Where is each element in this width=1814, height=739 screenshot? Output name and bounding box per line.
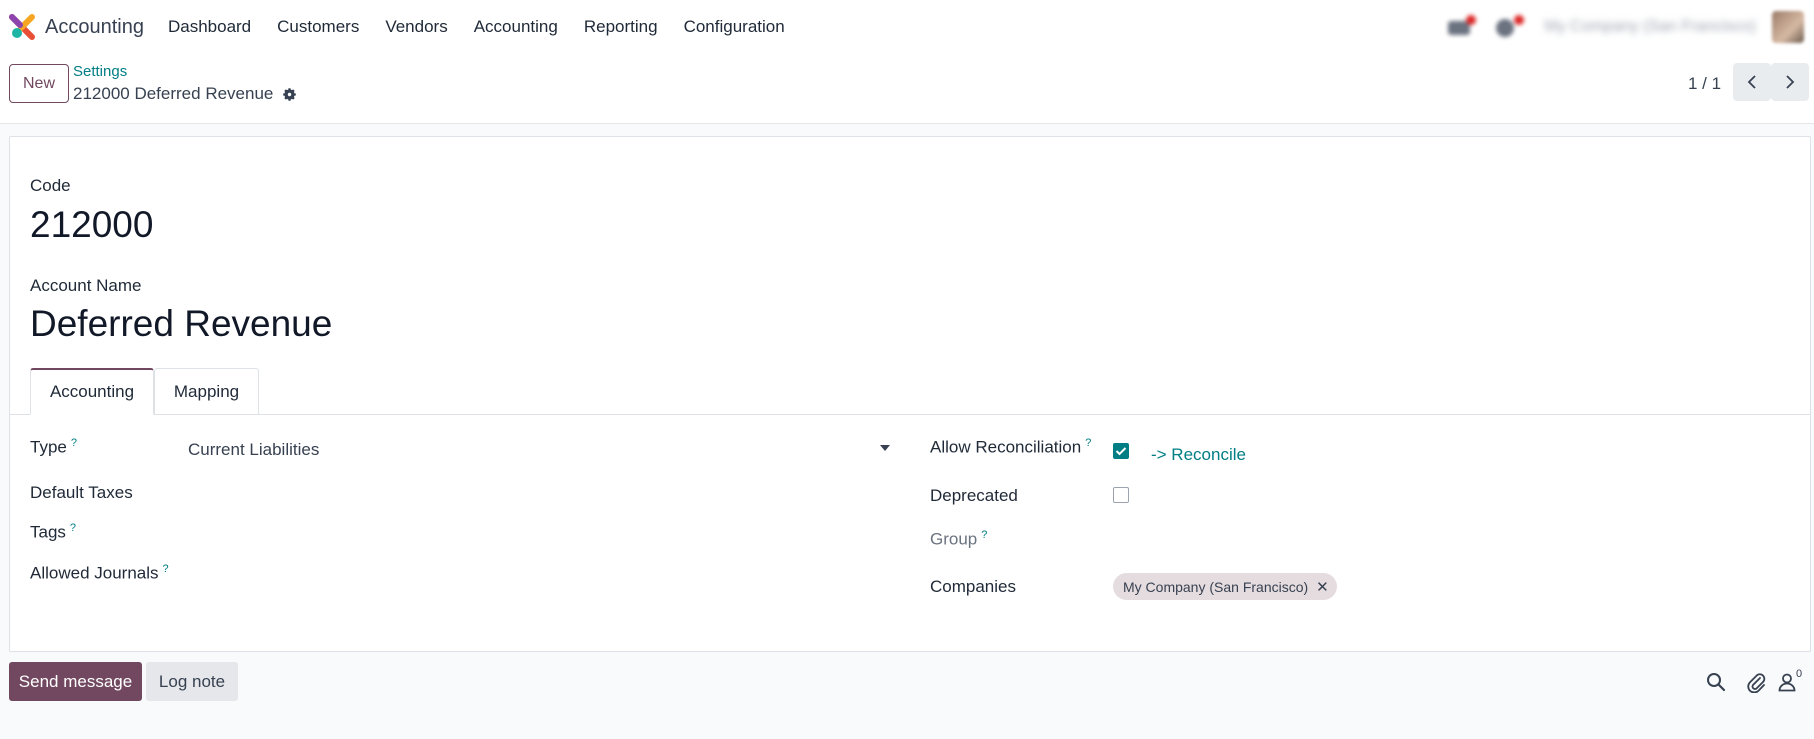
pager-previous-button[interactable]	[1733, 63, 1771, 101]
activity-clock-icon[interactable]	[1496, 15, 1525, 37]
allow-reconciliation-label: Allow Reconciliation?	[930, 437, 1092, 457]
account-name-label: Account Name	[30, 276, 142, 295]
systray: My Company (San Francisco)	[1448, 10, 1804, 44]
caret-down-icon[interactable]	[880, 445, 890, 451]
main-menu: Dashboard Customers Vendors Accounting R…	[155, 17, 798, 37]
app-brand[interactable]: Accounting	[9, 14, 144, 40]
code-field[interactable]: 212000	[30, 204, 153, 246]
chevron-right-icon	[1786, 75, 1795, 89]
default-taxes-label: Default Taxes	[30, 483, 133, 502]
pager-next-button[interactable]	[1771, 63, 1809, 101]
help-tooltip-icon[interactable]: ?	[163, 563, 169, 575]
company-tag: My Company (San Francisco) ✕	[1113, 573, 1337, 600]
followers-icon[interactable]	[1776, 671, 1798, 693]
breadcrumb-current: 212000 Deferred Revenue	[73, 84, 298, 104]
notebook-tabs: Accounting Mapping	[10, 368, 1810, 415]
user-avatar[interactable]	[1772, 11, 1804, 43]
menu-item-vendors[interactable]: Vendors	[372, 17, 460, 37]
menu-item-customers[interactable]: Customers	[264, 17, 372, 37]
log-note-button[interactable]: Log note	[146, 662, 238, 701]
type-select[interactable]: Current Liabilities	[188, 440, 319, 460]
send-message-button[interactable]: Send message	[9, 662, 142, 701]
help-tooltip-icon[interactable]: ?	[70, 522, 76, 534]
code-label: Code	[30, 176, 71, 195]
help-tooltip-icon[interactable]: ?	[1085, 437, 1091, 449]
menu-item-configuration[interactable]: Configuration	[671, 17, 798, 37]
companies-label: Companies	[930, 577, 1016, 596]
allowed-journals-label: Allowed Journals?	[30, 563, 169, 583]
reconcile-link[interactable]: -> Reconcile	[1151, 445, 1246, 465]
help-tooltip-icon[interactable]: ?	[981, 529, 987, 541]
deprecated-checkbox[interactable]	[1113, 487, 1129, 503]
new-button[interactable]: New	[9, 64, 69, 103]
menu-item-reporting[interactable]: Reporting	[571, 17, 671, 37]
remove-tag-icon[interactable]: ✕	[1316, 578, 1329, 596]
form-sheet: Code 212000 Account Name Deferred Revenu…	[9, 136, 1811, 652]
record-title: 212000 Deferred Revenue	[73, 84, 274, 103]
menu-item-accounting[interactable]: Accounting	[461, 17, 571, 37]
group-label: Group?	[930, 529, 988, 549]
paperclip-icon[interactable]	[1745, 671, 1767, 693]
deprecated-label: Deprecated	[930, 486, 1018, 505]
allow-reconciliation-checkbox[interactable]	[1113, 443, 1129, 459]
gear-icon[interactable]	[281, 86, 298, 103]
tab-mapping[interactable]: Mapping	[154, 368, 259, 415]
company-tag-label: My Company (San Francisco)	[1123, 578, 1309, 595]
type-label: Type?	[30, 437, 77, 457]
messaging-icon[interactable]	[1448, 15, 1477, 37]
tags-label: Tags?	[30, 522, 77, 542]
chevron-left-icon	[1747, 75, 1756, 89]
breadcrumb-settings[interactable]: Settings	[73, 63, 127, 80]
tab-accounting[interactable]: Accounting	[30, 368, 154, 415]
help-tooltip-icon[interactable]: ?	[71, 437, 77, 449]
top-navbar: Accounting Dashboard Customers Vendors A…	[0, 0, 1814, 54]
search-icon[interactable]	[1705, 671, 1727, 693]
followers-count: 0	[1796, 668, 1803, 680]
pager-value[interactable]: 1 / 1	[1688, 74, 1721, 94]
control-panel: New Settings 212000 Deferred Revenue 1 /…	[0, 54, 1814, 124]
account-name-field[interactable]: Deferred Revenue	[30, 303, 332, 345]
company-switcher[interactable]: My Company (San Francisco)	[1544, 18, 1756, 36]
menu-item-dashboard[interactable]: Dashboard	[155, 17, 264, 37]
app-name: Accounting	[45, 15, 144, 38]
odoo-app-logo-icon	[9, 14, 35, 40]
checkmark-icon	[1115, 447, 1127, 456]
